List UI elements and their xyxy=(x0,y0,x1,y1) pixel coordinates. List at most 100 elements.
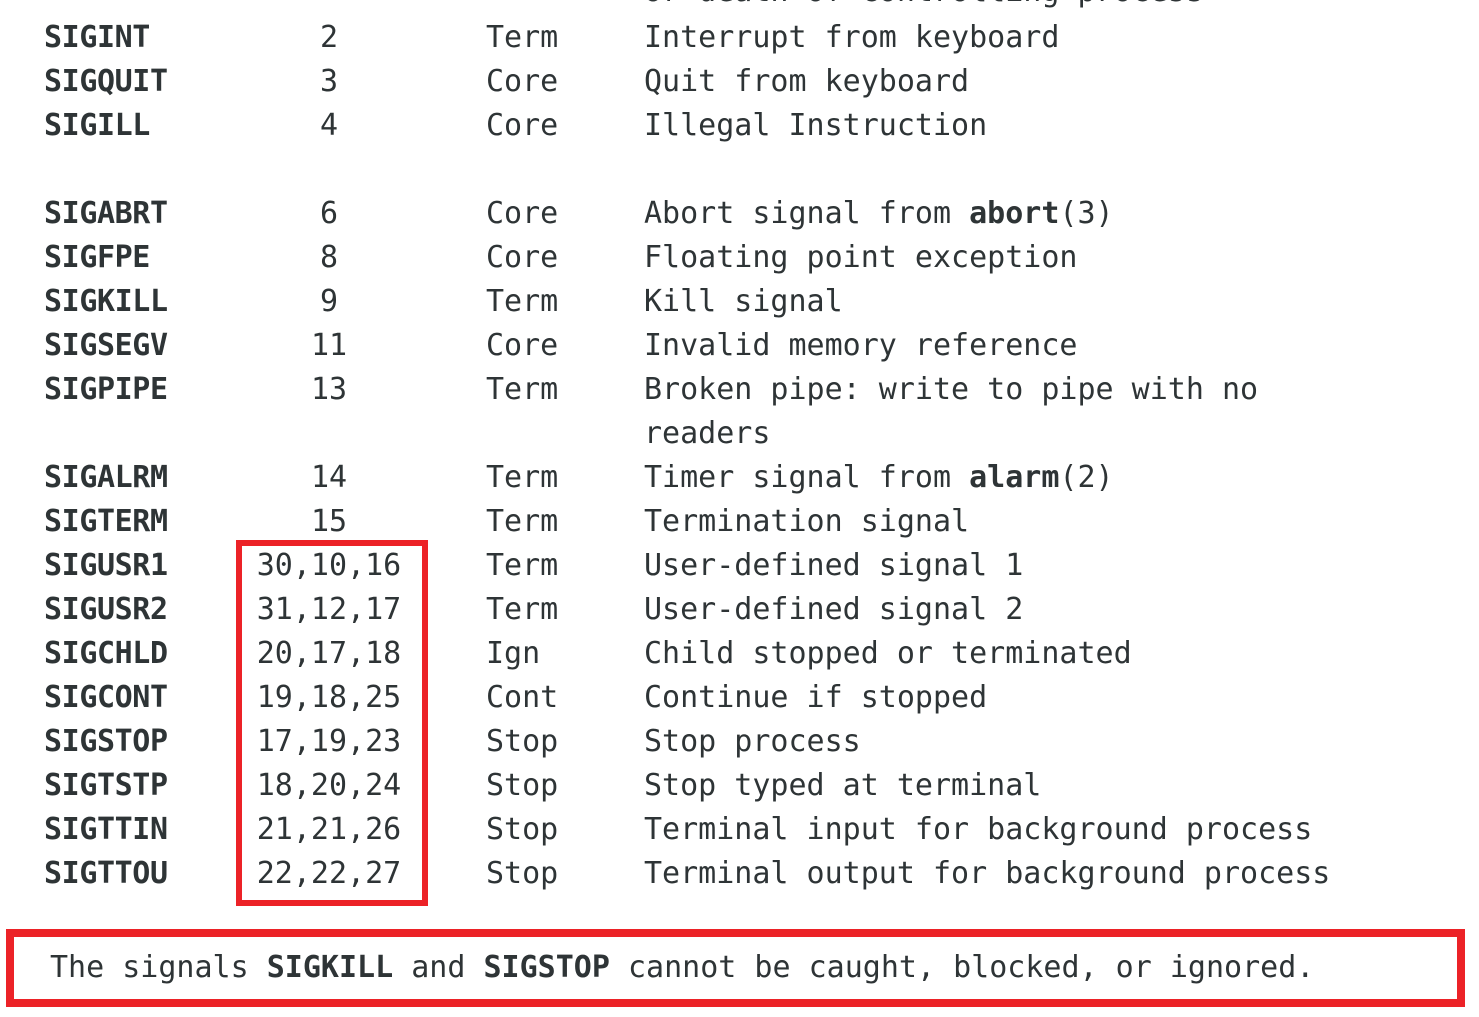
signal-comment-text: Kill signal xyxy=(644,284,843,319)
signal-row: SIGKILL 9 Term Kill signal xyxy=(0,280,1479,324)
signal-value: 17,19,23 xyxy=(256,724,402,759)
signal-name: SIGTTOU xyxy=(44,856,168,891)
signal-name: SIGILL xyxy=(44,108,150,143)
signal-row: SIGABRT 6 Core Abort signal from abort(3) xyxy=(0,192,1479,236)
signal-action: Term xyxy=(486,20,559,55)
signal-comment: Stop process xyxy=(644,720,861,764)
signal-row: SIGFPE 8 Core Floating point exception xyxy=(0,236,1479,280)
signal-row: SIGUSR2 31,12,17 Term User-defined signal 2 xyxy=(0,588,1479,632)
signal-comment: Floating point exception xyxy=(644,236,1077,280)
signal-comment-text: Interrupt from keyboard xyxy=(644,20,1060,55)
signal-action: Cont xyxy=(486,680,559,715)
signal-comment-section: (2) xyxy=(1059,460,1114,495)
signal-name: SIGCONT xyxy=(44,680,168,715)
signal-action: Core xyxy=(486,64,559,99)
footer-note-post: cannot be caught, blocked, or ignored. xyxy=(609,950,1315,985)
signal-value: 21,21,26 xyxy=(256,812,402,847)
signal-action: Term xyxy=(486,592,559,627)
footer-note-sigstop: SIGSTOP xyxy=(483,950,610,985)
signal-name: SIGTERM xyxy=(44,504,168,539)
signal-comment-text: Floating point exception xyxy=(644,240,1078,275)
signal-name: SIGABRT xyxy=(44,196,168,231)
signal-value: 15 xyxy=(310,504,348,539)
signal-action: Term xyxy=(486,504,559,539)
signal-value: 14 xyxy=(310,460,348,495)
signal-name: SIGUSR2 xyxy=(44,592,168,627)
signal-name: SIGSTOP xyxy=(44,724,168,759)
signal-action: Term xyxy=(486,372,559,407)
signal-row: SIGILL 4 Core Illegal Instruction xyxy=(0,104,1479,148)
footer-note-sigkill: SIGKILL xyxy=(266,950,394,985)
signal-row: SIGSEGV 11 Core Invalid memory reference xyxy=(0,324,1479,368)
signal-value: 9 xyxy=(319,284,339,319)
signal-value: 20,17,18 xyxy=(256,636,402,671)
signal-comment-text: User-defined signal 2 xyxy=(644,592,1024,627)
signal-row: SIGCONT 19,18,25 Cont Continue if stopped xyxy=(0,676,1479,720)
signal-value: 22,22,27 xyxy=(256,856,402,891)
signal-row-continuation: readers xyxy=(0,412,1479,456)
signal-comment-text: Illegal Instruction xyxy=(644,108,988,143)
footer-note-mid: and xyxy=(393,950,484,985)
signal-action: Term xyxy=(486,284,559,319)
signal-row: SIGTTOU 22,22,27 Stop Terminal output for b… xyxy=(0,852,1479,896)
signal-comment: Quit from keyboard xyxy=(644,60,969,104)
signal-action: Core xyxy=(486,328,559,363)
signal-row: SIGSTOP 17,19,23 Stop Stop process xyxy=(0,720,1479,764)
signal-value: 2 xyxy=(319,20,339,55)
signal-value: 19,18,25 xyxy=(256,680,402,715)
signal-comment-text: Stop typed at terminal xyxy=(644,768,1042,803)
signal-action: Ign xyxy=(486,636,541,671)
signal-comment: Terminal input for background process xyxy=(644,808,1312,852)
signal-name: SIGALRM xyxy=(44,460,168,495)
signal-name: SIGPIPE xyxy=(44,372,168,407)
signal-value: 31,12,17 xyxy=(256,592,402,627)
signal-action: Core xyxy=(486,108,559,143)
signal-comment: Timer signal from alarm(2) xyxy=(644,456,1114,500)
signal-action: Core xyxy=(486,240,559,275)
footer-note-text: The signals SIGKILL and SIGSTOP cannot b… xyxy=(50,937,1314,999)
signal-action: Stop xyxy=(486,768,559,803)
signal-comment-continuation: readers xyxy=(644,416,771,451)
signal-name: SIGTSTP xyxy=(44,768,168,803)
signal-action: Term xyxy=(486,460,559,495)
signal-action: Core xyxy=(486,196,559,231)
signal-comment-text: Quit from keyboard xyxy=(644,64,970,99)
signal-comment: Abort signal from abort(3) xyxy=(644,192,1114,236)
signal-row: SIGQUIT 3 Core Quit from keyboard xyxy=(0,60,1479,104)
signal-comment-text: Stop process xyxy=(644,724,861,759)
signal-comment-text: User-defined signal 1 xyxy=(644,548,1024,583)
signal-comment: Broken pipe: write to pipe with no xyxy=(644,368,1258,412)
signal-comment: Continue if stopped xyxy=(644,676,987,720)
signal-name: SIGKILL xyxy=(44,284,168,319)
signal-comment-text: Timer signal from xyxy=(644,460,970,495)
signal-comment-text: Broken pipe: write to pipe with no xyxy=(644,372,1259,407)
signal-value: 4 xyxy=(319,108,339,143)
signal-comment-text: Invalid memory reference xyxy=(644,328,1078,363)
signal-comment-text: Terminal output for background process xyxy=(644,856,1331,891)
signal-row: SIGINT 2 Term Interrupt from keyboard xyxy=(0,16,1479,60)
signal-name: SIGINT xyxy=(44,20,150,55)
signal-value: 30,10,16 xyxy=(256,548,402,583)
signal-row: SIGUSR1 30,10,16 Term User-defined signal 1 xyxy=(0,544,1479,588)
signal-table: or death of controlling process SIGINT 2 T… xyxy=(0,0,1479,912)
signal-name: SIGCHLD xyxy=(44,636,168,671)
signal-name: SIGQUIT xyxy=(44,64,168,99)
signal-comment-text: Abort signal from xyxy=(644,196,970,231)
signal-value: 13 xyxy=(310,372,348,407)
signal-comment-text: Terminal input for background process xyxy=(644,812,1313,847)
signal-row: SIGCHLD 20,17,18 Ign Child stopped or termi… xyxy=(0,632,1479,676)
signal-comment: Terminal output for background process xyxy=(644,852,1330,896)
clipped-top-line: or death of controlling process xyxy=(0,0,1479,14)
signal-comment-text: Child stopped or terminated xyxy=(644,636,1132,671)
signal-comment: User-defined signal 1 xyxy=(644,544,1023,588)
signal-comment: Invalid memory reference xyxy=(644,324,1077,368)
signal-row: SIGALRM 14 Term Timer signal from alarm(2) xyxy=(0,456,1479,500)
signal-action: Term xyxy=(486,548,559,583)
signal-name: SIGFPE xyxy=(44,240,150,275)
signal-comment: Interrupt from keyboard xyxy=(644,16,1059,60)
signal-row: SIGTERM 15 Term Termination signal xyxy=(0,500,1479,544)
signal-comment-section: (3) xyxy=(1059,196,1114,231)
signal-value: 6 xyxy=(319,196,339,231)
signal-name: SIGSEGV xyxy=(44,328,168,363)
signal-comment: Kill signal xyxy=(644,280,843,324)
